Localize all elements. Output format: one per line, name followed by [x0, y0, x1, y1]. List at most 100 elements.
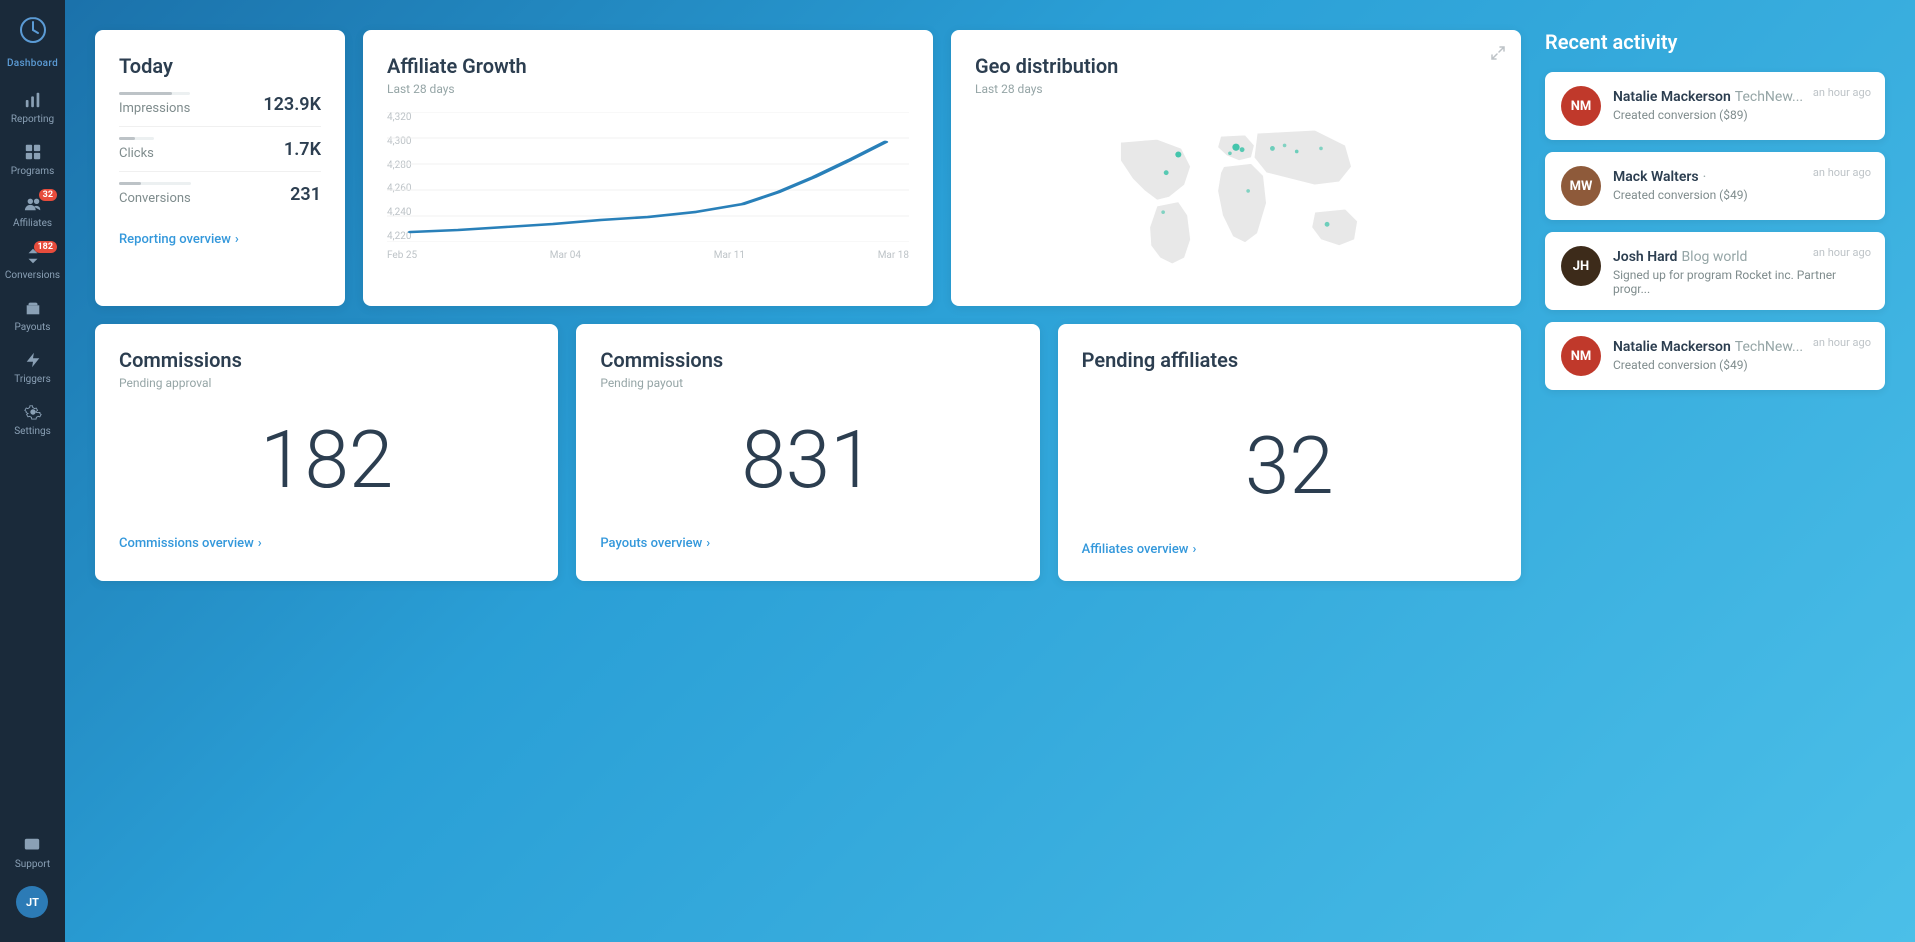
sidebar-item-payouts[interactable]: Payouts: [0, 289, 65, 341]
commissions-approval-subtitle: Pending approval: [119, 376, 534, 390]
sidebar-item-label: Reporting: [11, 114, 54, 125]
sidebar-item-support[interactable]: Support: [15, 826, 50, 878]
sidebar-item-settings[interactable]: Settings: [0, 393, 65, 445]
activity-company: TechNew...: [1735, 339, 1803, 355]
today-title: Today: [119, 54, 321, 78]
x-label-3: Mar 18: [878, 250, 909, 261]
affiliate-growth-card: Affiliate Growth Last 28 days 4,320 4,30…: [363, 30, 933, 306]
bottom-row: Commissions Pending approval 182 Commiss…: [95, 324, 1521, 581]
sidebar-item-label: Programs: [11, 166, 54, 177]
conversions-bar-fill: [119, 182, 141, 185]
sidebar-item-programs[interactable]: Programs: [0, 133, 65, 185]
activity-item: NM Natalie MackersonTechNew... Created con…: [1545, 72, 1885, 140]
activity-company: ·: [1703, 169, 1707, 185]
impressions-row: Impressions 123.9K: [119, 82, 321, 127]
geo-map: [975, 112, 1497, 282]
app-name: Dashboard: [7, 58, 58, 69]
growth-title: Affiliate Growth: [387, 54, 909, 78]
commissions-overview-label: Commissions overview: [119, 536, 254, 551]
activity-time: an hour ago: [1813, 86, 1871, 99]
clicks-row: Clicks 1.7K: [119, 127, 321, 172]
x-label-0: Feb 25: [387, 250, 417, 261]
conversions-label: Conversions: [119, 191, 191, 206]
growth-chart-svg: [387, 112, 909, 242]
sidebar-item-label: Affiliates: [13, 218, 52, 229]
clicks-value: 1.7K: [284, 139, 321, 160]
activity-avatar: NM: [1561, 86, 1601, 126]
activity-item: JH Josh HardBlog world Signed up for progr…: [1545, 232, 1885, 310]
sidebar-item-label: Settings: [14, 426, 51, 437]
pending-affiliates-value: 32: [1082, 376, 1497, 526]
growth-subtitle: Last 28 days: [387, 82, 909, 96]
sidebar-item-label: Payouts: [15, 322, 51, 333]
reporting-overview-link[interactable]: Reporting overview ›: [119, 232, 321, 247]
commissions-payout-card: Commissions Pending payout 831 Payouts o…: [576, 324, 1039, 581]
affiliates-overview-label: Affiliates overview: [1082, 542, 1189, 557]
payouts-overview-label: Payouts overview: [600, 536, 702, 551]
payouts-overview-arrow: ›: [706, 536, 710, 551]
geo-expand-icon[interactable]: [1491, 46, 1505, 64]
commissions-approval-title: Commissions: [119, 348, 534, 372]
affiliates-overview-link[interactable]: Affiliates overview ›: [1082, 542, 1497, 557]
activity-panel: Recent activity NMNatalie MackersonTechN…: [1545, 30, 1885, 912]
top-row: Today Impressions 123.9K: [95, 30, 1521, 306]
x-label-2: Mar 11: [714, 250, 745, 261]
activity-company: Blog world: [1681, 249, 1747, 265]
payouts-overview-link[interactable]: Payouts overview ›: [600, 536, 1015, 551]
activity-avatar: JH: [1561, 246, 1601, 286]
commissions-payout-subtitle: Pending payout: [600, 376, 1015, 390]
sidebar-item-triggers[interactable]: Triggers: [0, 341, 65, 393]
activity-name: Natalie Mackerson: [1613, 89, 1731, 105]
sidebar-item-affiliates[interactable]: Affiliates 32: [0, 185, 65, 237]
commissions-payout-title: Commissions: [600, 348, 1015, 372]
activity-avatar: MW: [1561, 166, 1601, 206]
activity-time: an hour ago: [1813, 336, 1871, 349]
activity-time: an hour ago: [1813, 166, 1871, 179]
activity-description: Created conversion ($89): [1613, 108, 1869, 122]
geo-subtitle: Last 28 days: [975, 82, 1497, 96]
commissions-overview-link[interactable]: Commissions overview ›: [119, 536, 534, 551]
conversions-bar: [119, 182, 191, 185]
impressions-value: 123.9K: [263, 94, 321, 115]
support-icon: [21, 834, 43, 856]
clicks-bar: [119, 137, 154, 140]
affiliates-badge: 32: [39, 189, 57, 201]
activity-avatar: NM: [1561, 336, 1601, 376]
world-map-svg: [975, 112, 1497, 282]
activity-description: Created conversion ($49): [1613, 188, 1869, 202]
today-card: Today Impressions 123.9K: [95, 30, 345, 306]
clicks-label: Clicks: [119, 146, 154, 161]
activity-description: Signed up for program Rocket inc. Partne…: [1613, 268, 1869, 296]
triggers-icon: [22, 349, 44, 371]
sidebar-support-label: Support: [15, 859, 50, 870]
impressions-label: Impressions: [119, 101, 190, 116]
clicks-bar-fill: [119, 137, 135, 140]
payouts-icon: [22, 297, 44, 319]
activity-title: Recent activity: [1545, 30, 1885, 54]
settings-icon: [22, 401, 44, 423]
activity-item: NMNatalie MackersonTechNew...Created con…: [1545, 322, 1885, 390]
commissions-approval-value: 182: [119, 390, 534, 520]
main-content: Today Impressions 123.9K: [65, 0, 1915, 942]
activity-company: TechNew...: [1735, 89, 1803, 105]
app-logo[interactable]: [15, 12, 51, 48]
geo-distribution-card: Geo distribution Last 28 days: [951, 30, 1521, 306]
x-label-1: Mar 04: [550, 250, 581, 261]
activity-name: Josh Hard: [1613, 249, 1677, 265]
activity-time: an hour ago: [1813, 246, 1871, 259]
impressions-bar-fill: [119, 92, 172, 95]
geo-title: Geo distribution: [975, 54, 1497, 78]
growth-chart-area: 4,320 4,300 4,280 4,260 4,240 4,220: [387, 112, 909, 267]
sidebar-item-label: Triggers: [14, 374, 51, 385]
pending-affiliates-card: Pending affiliates 32 Affiliates overvie…: [1058, 324, 1521, 581]
sidebar-item-label: Conversions: [5, 270, 60, 281]
sidebar-item-reporting[interactable]: Reporting: [0, 81, 65, 133]
user-initials: JT: [26, 896, 39, 909]
pending-affiliates-title: Pending affiliates: [1082, 348, 1497, 372]
sidebar-item-conversions[interactable]: Conversions 182: [0, 237, 65, 289]
affiliates-overview-arrow: ›: [1192, 542, 1196, 557]
user-avatar[interactable]: JT: [16, 886, 48, 918]
impressions-bar: [119, 92, 190, 95]
commissions-payout-value: 831: [600, 390, 1015, 520]
activity-name: Mack Walters: [1613, 169, 1699, 185]
